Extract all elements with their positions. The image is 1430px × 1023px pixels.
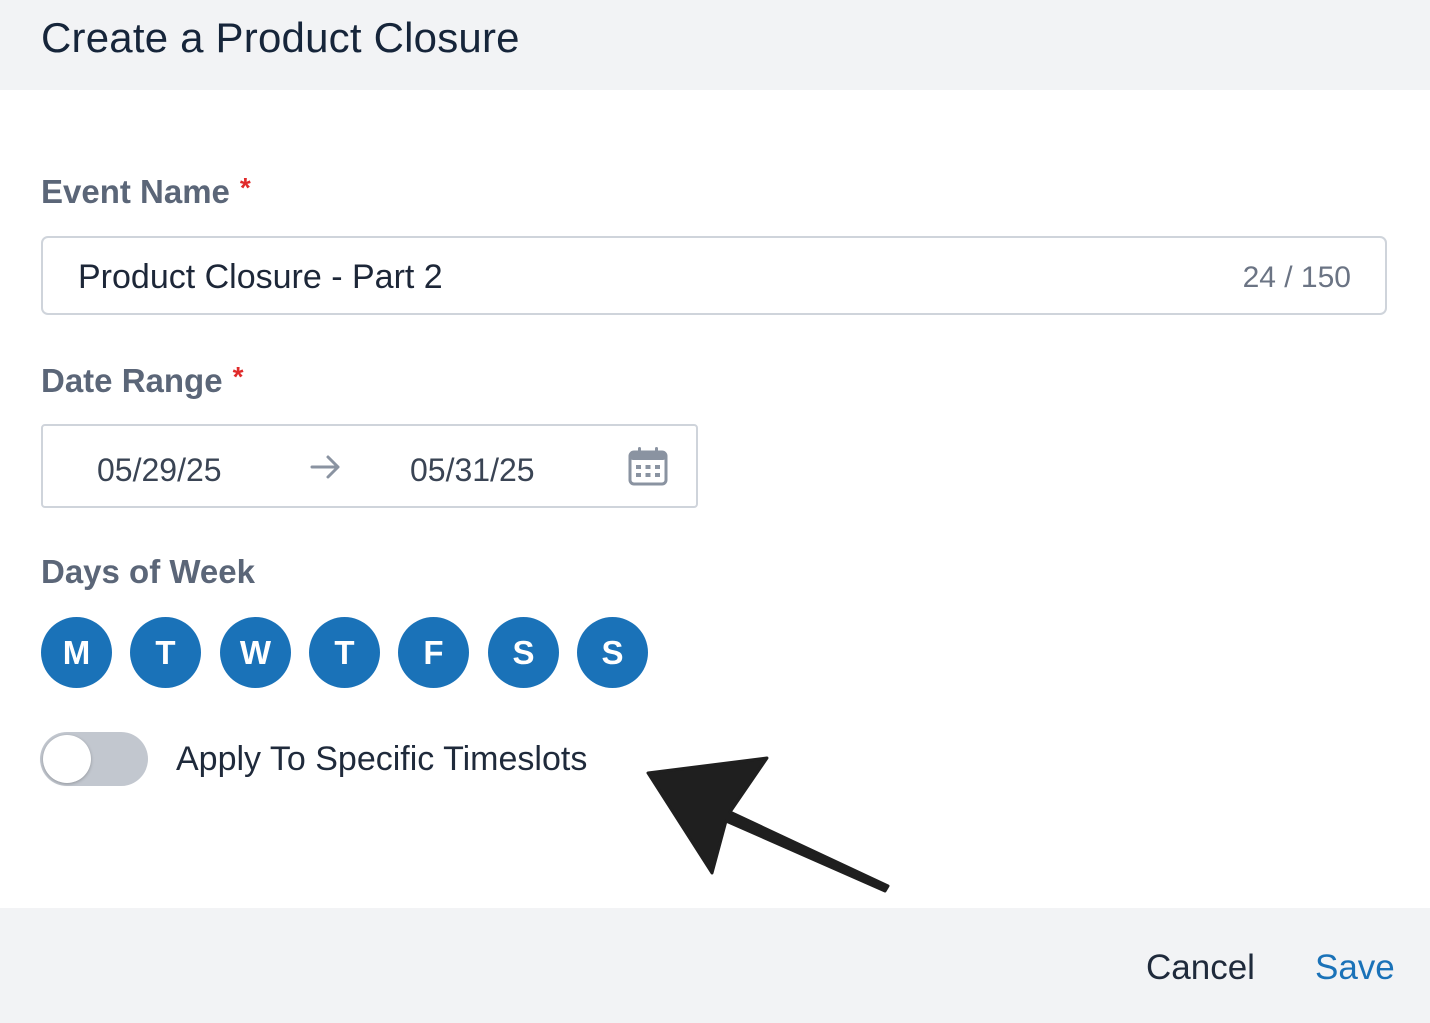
- toggle-knob: [43, 735, 91, 783]
- day-toggle-sunday[interactable]: S: [577, 617, 648, 688]
- required-indicator: *: [239, 172, 251, 203]
- event-name-value: Product Closure - Part 2: [78, 258, 443, 296]
- event-name-input[interactable]: Product Closure - Part 2 24 / 150: [41, 236, 1387, 315]
- event-name-label-text: Event Name: [41, 173, 230, 210]
- required-indicator: *: [232, 361, 244, 392]
- create-closure-dialog: Create a Product Closure Event Name * Pro…: [0, 0, 1430, 1023]
- start-date-input[interactable]: 05/29/25: [97, 452, 222, 489]
- dialog-title: Create a Product Closure: [41, 14, 520, 61]
- days-of-week-label: Days of Week: [41, 553, 255, 590]
- day-toggle-friday[interactable]: F: [398, 617, 469, 688]
- cancel-button[interactable]: Cancel: [1146, 948, 1255, 988]
- dialog-header: Create a Product Closure: [0, 0, 1430, 90]
- day-toggle-tuesday[interactable]: T: [130, 617, 201, 688]
- date-range-label-text: Date Range: [41, 362, 223, 399]
- dialog-footer: Cancel Save: [0, 908, 1430, 1023]
- calendar-icon[interactable]: [628, 446, 668, 486]
- character-counter: 24 / 150: [1242, 261, 1351, 294]
- timeslots-toggle-label: Apply To Specific Timeslots: [176, 740, 588, 778]
- day-toggle-thursday[interactable]: T: [309, 617, 380, 688]
- arrow-right-icon: [310, 455, 340, 479]
- save-button[interactable]: Save: [1315, 948, 1395, 988]
- end-date-input[interactable]: 05/31/25: [410, 452, 535, 489]
- day-toggle-wednesday[interactable]: W: [220, 617, 291, 688]
- day-toggle-saturday[interactable]: S: [488, 617, 559, 688]
- date-range-label: Date Range *: [41, 361, 243, 400]
- event-name-label: Event Name *: [41, 172, 251, 211]
- day-toggle-monday[interactable]: M: [41, 617, 112, 688]
- timeslots-toggle-switch[interactable]: [40, 732, 148, 786]
- annotation-arrow-icon: [646, 756, 890, 893]
- date-range-picker[interactable]: 05/29/25 05/31/25: [41, 424, 698, 508]
